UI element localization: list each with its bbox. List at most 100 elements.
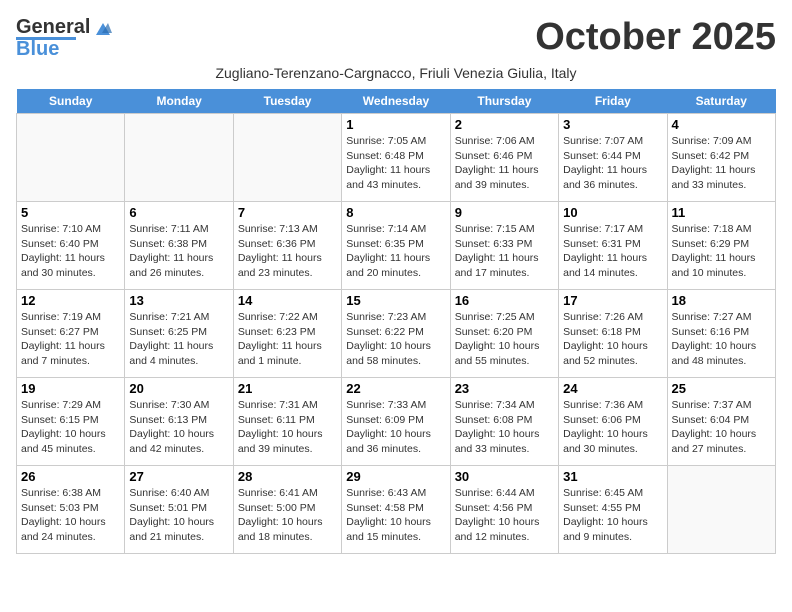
date-number: 6 xyxy=(129,205,228,220)
logo: General Blue xyxy=(16,16,114,61)
logo-general: General xyxy=(16,16,90,39)
date-number: 5 xyxy=(21,205,120,220)
calendar-cell: 19 Sunrise: 7:29 AMSunset: 6:15 PMDayligh… xyxy=(17,378,125,466)
date-number: 12 xyxy=(21,293,120,308)
month-title: October 2025 xyxy=(535,16,776,59)
day-header-friday: Friday xyxy=(559,89,667,114)
calendar-cell: 16 Sunrise: 7:25 AMSunset: 6:20 PMDayligh… xyxy=(450,290,558,378)
day-header-tuesday: Tuesday xyxy=(233,89,341,114)
cell-info: Sunrise: 7:29 AMSunset: 6:15 PMDaylight:… xyxy=(21,398,120,457)
date-number: 18 xyxy=(672,293,771,308)
date-number: 4 xyxy=(672,117,771,132)
cell-info: Sunrise: 7:09 AMSunset: 6:42 PMDaylight:… xyxy=(672,134,771,193)
cell-info: Sunrise: 6:40 AMSunset: 5:01 PMDaylight:… xyxy=(129,486,228,545)
date-number: 23 xyxy=(455,381,554,396)
calendar-week-1: 1 Sunrise: 7:05 AMSunset: 6:48 PMDaylight… xyxy=(17,114,776,202)
date-number: 19 xyxy=(21,381,120,396)
date-number: 14 xyxy=(238,293,337,308)
cell-info: Sunrise: 6:45 AMSunset: 4:55 PMDaylight:… xyxy=(563,486,662,545)
calendar-cell xyxy=(125,114,233,202)
cell-info: Sunrise: 7:15 AMSunset: 6:33 PMDaylight:… xyxy=(455,222,554,281)
date-number: 31 xyxy=(563,469,662,484)
date-number: 26 xyxy=(21,469,120,484)
cell-info: Sunrise: 7:19 AMSunset: 6:27 PMDaylight:… xyxy=(21,310,120,369)
cell-info: Sunrise: 6:41 AMSunset: 5:00 PMDaylight:… xyxy=(238,486,337,545)
cell-info: Sunrise: 7:33 AMSunset: 6:09 PMDaylight:… xyxy=(346,398,445,457)
calendar-cell: 15Sunrise: 7:23 AMSunset: 6:22 PMDayligh… xyxy=(342,290,450,378)
cell-info: Sunrise: 7:05 AMSunset: 6:48 PMDaylight:… xyxy=(346,134,445,193)
cell-info: Sunrise: 7:18 AMSunset: 6:29 PMDaylight:… xyxy=(672,222,771,281)
calendar-week-5: 26Sunrise: 6:38 AMSunset: 5:03 PMDayligh… xyxy=(17,466,776,554)
calendar-cell: 24Sunrise: 7:36 AMSunset: 6:06 PMDayligh… xyxy=(559,378,667,466)
calendar-cell: 30 Sunrise: 6:44 AMSunset: 4:56 PMDayligh… xyxy=(450,466,558,554)
calendar-cell: 1 Sunrise: 7:05 AMSunset: 6:48 PMDaylight… xyxy=(342,114,450,202)
date-number: 13 xyxy=(129,293,228,308)
calendar-cell xyxy=(233,114,341,202)
calendar-cell: 22Sunrise: 7:33 AMSunset: 6:09 PMDayligh… xyxy=(342,378,450,466)
calendar-week-3: 12 Sunrise: 7:19 AMSunset: 6:27 PMDayligh… xyxy=(17,290,776,378)
calendar-cell: 25 Sunrise: 7:37 AMSunset: 6:04 PMDayligh… xyxy=(667,378,775,466)
date-number: 3 xyxy=(563,117,662,132)
date-number: 10 xyxy=(563,205,662,220)
date-number: 21 xyxy=(238,381,337,396)
date-number: 28 xyxy=(238,469,337,484)
calendar-cell: 10 Sunrise: 7:17 AMSunset: 6:31 PMDayligh… xyxy=(559,202,667,290)
calendar-table: SundayMondayTuesdayWednesdayThursdayFrid… xyxy=(16,89,776,554)
date-number: 1 xyxy=(346,117,445,132)
calendar-cell: 2Sunrise: 7:06 AMSunset: 6:46 PMDaylight… xyxy=(450,114,558,202)
calendar-cell: 17Sunrise: 7:26 AMSunset: 6:18 PMDayligh… xyxy=(559,290,667,378)
cell-info: Sunrise: 7:31 AMSunset: 6:11 PMDaylight:… xyxy=(238,398,337,457)
date-number: 25 xyxy=(672,381,771,396)
date-number: 11 xyxy=(672,205,771,220)
calendar-cell: 26Sunrise: 6:38 AMSunset: 5:03 PMDayligh… xyxy=(17,466,125,554)
day-header-wednesday: Wednesday xyxy=(342,89,450,114)
cell-info: Sunrise: 7:13 AMSunset: 6:36 PMDaylight:… xyxy=(238,222,337,281)
calendar-cell: 23 Sunrise: 7:34 AMSunset: 6:08 PMDayligh… xyxy=(450,378,558,466)
cell-info: Sunrise: 7:07 AMSunset: 6:44 PMDaylight:… xyxy=(563,134,662,193)
calendar-cell: 12 Sunrise: 7:19 AMSunset: 6:27 PMDayligh… xyxy=(17,290,125,378)
calendar-header-row: SundayMondayTuesdayWednesdayThursdayFrid… xyxy=(17,89,776,114)
calendar-cell: 21 Sunrise: 7:31 AMSunset: 6:11 PMDayligh… xyxy=(233,378,341,466)
calendar-cell: 4 Sunrise: 7:09 AMSunset: 6:42 PMDaylight… xyxy=(667,114,775,202)
cell-info: Sunrise: 7:23 AMSunset: 6:22 PMDaylight:… xyxy=(346,310,445,369)
calendar-cell: 14 Sunrise: 7:22 AMSunset: 6:23 PMDayligh… xyxy=(233,290,341,378)
calendar-cell: 8 Sunrise: 7:14 AMSunset: 6:35 PMDaylight… xyxy=(342,202,450,290)
calendar-cell: 18 Sunrise: 7:27 AMSunset: 6:16 PMDayligh… xyxy=(667,290,775,378)
date-number: 29 xyxy=(346,469,445,484)
cell-info: Sunrise: 7:27 AMSunset: 6:16 PMDaylight:… xyxy=(672,310,771,369)
date-number: 20 xyxy=(129,381,228,396)
calendar-cell: 28 Sunrise: 6:41 AMSunset: 5:00 PMDayligh… xyxy=(233,466,341,554)
date-number: 9 xyxy=(455,205,554,220)
calendar-cell xyxy=(667,466,775,554)
logo-icon xyxy=(92,17,114,39)
cell-info: Sunrise: 7:37 AMSunset: 6:04 PMDaylight:… xyxy=(672,398,771,457)
date-number: 7 xyxy=(238,205,337,220)
day-header-sunday: Sunday xyxy=(17,89,125,114)
calendar-week-2: 5Sunrise: 7:10 AMSunset: 6:40 PMDaylight… xyxy=(17,202,776,290)
cell-info: Sunrise: 7:26 AMSunset: 6:18 PMDaylight:… xyxy=(563,310,662,369)
day-header-thursday: Thursday xyxy=(450,89,558,114)
calendar-cell: 11 Sunrise: 7:18 AMSunset: 6:29 PMDayligh… xyxy=(667,202,775,290)
day-header-monday: Monday xyxy=(125,89,233,114)
cell-info: Sunrise: 7:14 AMSunset: 6:35 PMDaylight:… xyxy=(346,222,445,281)
calendar-cell: 9 Sunrise: 7:15 AMSunset: 6:33 PMDaylight… xyxy=(450,202,558,290)
cell-info: Sunrise: 7:22 AMSunset: 6:23 PMDaylight:… xyxy=(238,310,337,369)
page-header: General Blue October 2025 xyxy=(16,16,776,61)
date-number: 8 xyxy=(346,205,445,220)
cell-info: Sunrise: 7:11 AMSunset: 6:38 PMDaylight:… xyxy=(129,222,228,281)
calendar-cell: 20 Sunrise: 7:30 AMSunset: 6:13 PMDayligh… xyxy=(125,378,233,466)
date-number: 16 xyxy=(455,293,554,308)
cell-info: Sunrise: 6:43 AMSunset: 4:58 PMDaylight:… xyxy=(346,486,445,545)
page-subtitle: Zugliano-Terenzano-Cargnacco, Friuli Ven… xyxy=(16,65,776,81)
date-number: 24 xyxy=(563,381,662,396)
logo-blue: Blue xyxy=(16,38,59,61)
calendar-cell: 6 Sunrise: 7:11 AMSunset: 6:38 PMDaylight… xyxy=(125,202,233,290)
date-number: 30 xyxy=(455,469,554,484)
cell-info: Sunrise: 7:30 AMSunset: 6:13 PMDaylight:… xyxy=(129,398,228,457)
cell-info: Sunrise: 7:17 AMSunset: 6:31 PMDaylight:… xyxy=(563,222,662,281)
cell-info: Sunrise: 7:34 AMSunset: 6:08 PMDaylight:… xyxy=(455,398,554,457)
calendar-cell: 3 Sunrise: 7:07 AMSunset: 6:44 PMDaylight… xyxy=(559,114,667,202)
calendar-cell: 13Sunrise: 7:21 AMSunset: 6:25 PMDayligh… xyxy=(125,290,233,378)
cell-info: Sunrise: 6:44 AMSunset: 4:56 PMDaylight:… xyxy=(455,486,554,545)
cell-info: Sunrise: 7:25 AMSunset: 6:20 PMDaylight:… xyxy=(455,310,554,369)
